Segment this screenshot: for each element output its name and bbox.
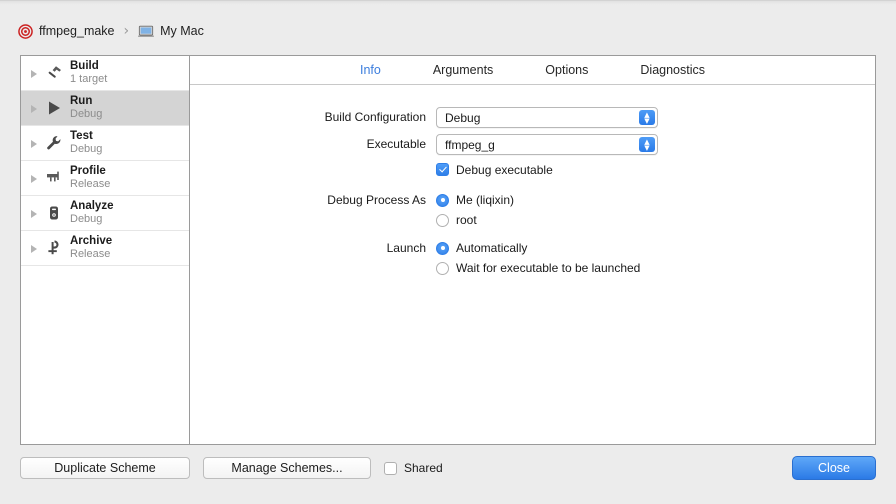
sidebar-item-test-sub: Debug: [70, 143, 102, 156]
manage-schemes-button[interactable]: Manage Schemes...: [203, 457, 371, 479]
radio-root[interactable]: [436, 214, 449, 227]
chevron-right-icon[interactable]: [29, 68, 40, 79]
sidebar-item-analyze-sub: Debug: [70, 213, 113, 226]
chevron-right-icon[interactable]: [29, 103, 40, 114]
sidebar-item-build-sub: 1 target: [70, 73, 107, 86]
breadcrumb-scheme-label: ffmpeg_make: [39, 24, 115, 38]
sidebar-item-test-name: Test: [70, 130, 102, 143]
sidebar-item-build-name: Build: [70, 60, 107, 73]
sidebar-item-profile-name: Profile: [70, 165, 110, 178]
debug-executable-row[interactable]: Debug executable: [436, 159, 875, 180]
chevron-right-icon[interactable]: [29, 173, 40, 184]
mac-icon: [138, 25, 154, 38]
sidebar-item-archive[interactable]: Archive Release: [21, 231, 189, 266]
scheme-detail-content: Info Arguments Options Diagnostics Build…: [190, 56, 875, 444]
archive-icon: [43, 237, 65, 259]
radio-root-label: root: [456, 213, 477, 227]
shared-checkbox[interactable]: [384, 462, 397, 475]
breadcrumb-separator: ›: [124, 23, 130, 39]
radio-me-label: Me (liqixin): [456, 193, 514, 207]
radio-wait-label: Wait for executable to be launched: [456, 261, 640, 275]
build-configuration-select[interactable]: Debug ▲▼: [436, 107, 658, 128]
chevron-updown-icon[interactable]: ▲▼: [639, 110, 655, 125]
close-button[interactable]: Close: [792, 456, 876, 480]
breadcrumb-destination[interactable]: My Mac: [138, 24, 204, 38]
sidebar-item-archive-sub: Release: [70, 248, 112, 261]
microscope-icon: [43, 202, 65, 224]
sidebar-item-test[interactable]: Test Debug: [21, 126, 189, 161]
sidebar-item-build[interactable]: Build 1 target: [21, 56, 189, 91]
sidebar-item-analyze-name: Analyze: [70, 200, 113, 213]
executable-select[interactable]: ffmpeg_g ▲▼: [436, 134, 658, 155]
debug-executable-label: Debug executable: [456, 163, 553, 177]
executable-label: Executable: [190, 134, 436, 155]
info-form: Build Configuration Debug ▲▼ Executable …: [190, 85, 875, 444]
chevron-updown-icon[interactable]: ▲▼: [639, 137, 655, 152]
row-debug-process-as: Debug Process As Me (liqixin) root: [190, 190, 875, 230]
hammer-icon: [43, 62, 65, 84]
radio-automatically[interactable]: [436, 242, 449, 255]
launch-option-automatically[interactable]: Automatically: [436, 238, 875, 258]
wrench-icon: [43, 132, 65, 154]
dialog-footer: Duplicate Scheme Manage Schemes... Share…: [0, 448, 896, 504]
chevron-right-icon[interactable]: [29, 138, 40, 149]
sidebar-item-profile-sub: Release: [70, 178, 110, 191]
launch-option-wait[interactable]: Wait for executable to be launched: [436, 258, 875, 278]
radio-me[interactable]: [436, 194, 449, 207]
gauge-icon: [43, 167, 65, 189]
scheme-editor-panel: Build 1 target Run Debug: [20, 55, 876, 445]
breadcrumb-destination-label: My Mac: [160, 24, 204, 38]
shared-checkbox-row[interactable]: Shared: [384, 457, 443, 479]
sidebar-item-run-name: Run: [70, 95, 102, 108]
sidebar-item-run[interactable]: Run Debug: [21, 91, 189, 126]
executable-value: ffmpeg_g: [445, 138, 495, 152]
sidebar-item-profile[interactable]: Profile Release: [21, 161, 189, 196]
build-configuration-value: Debug: [445, 111, 480, 125]
scheme-actions-sidebar: Build 1 target Run Debug: [21, 56, 190, 444]
detail-tabbar: Info Arguments Options Diagnostics: [190, 56, 875, 85]
row-build-configuration: Build Configuration Debug ▲▼: [190, 107, 875, 128]
tab-arguments[interactable]: Arguments: [407, 56, 519, 84]
radio-automatically-label: Automatically: [456, 241, 527, 255]
breadcrumb: ffmpeg_make › My Mac: [18, 20, 204, 42]
debug-process-as-option-me[interactable]: Me (liqixin): [436, 190, 875, 210]
debug-process-as-label: Debug Process As: [190, 190, 436, 211]
debug-process-as-option-root[interactable]: root: [436, 210, 875, 230]
sidebar-item-analyze[interactable]: Analyze Debug: [21, 196, 189, 231]
duplicate-scheme-button[interactable]: Duplicate Scheme: [20, 457, 190, 479]
debug-executable-checkbox[interactable]: [436, 163, 449, 176]
tab-info[interactable]: Info: [334, 56, 407, 84]
sidebar-item-archive-name: Archive: [70, 235, 112, 248]
play-icon: [43, 97, 65, 119]
tab-diagnostics[interactable]: Diagnostics: [614, 56, 731, 84]
row-launch: Launch Automatically Wait for executable…: [190, 238, 875, 278]
breadcrumb-scheme[interactable]: ffmpeg_make: [18, 24, 115, 39]
radio-wait[interactable]: [436, 262, 449, 275]
chevron-right-icon[interactable]: [29, 208, 40, 219]
sidebar-item-run-sub: Debug: [70, 108, 102, 121]
tab-options[interactable]: Options: [519, 56, 614, 84]
shared-label: Shared: [404, 461, 443, 475]
chevron-right-icon[interactable]: [29, 243, 40, 254]
build-configuration-label: Build Configuration: [190, 107, 436, 128]
target-icon: [18, 24, 33, 39]
window-top-strip: [0, 0, 896, 5]
launch-label: Launch: [190, 238, 436, 259]
row-executable: Executable ffmpeg_g ▲▼ Debug executable: [190, 134, 875, 180]
